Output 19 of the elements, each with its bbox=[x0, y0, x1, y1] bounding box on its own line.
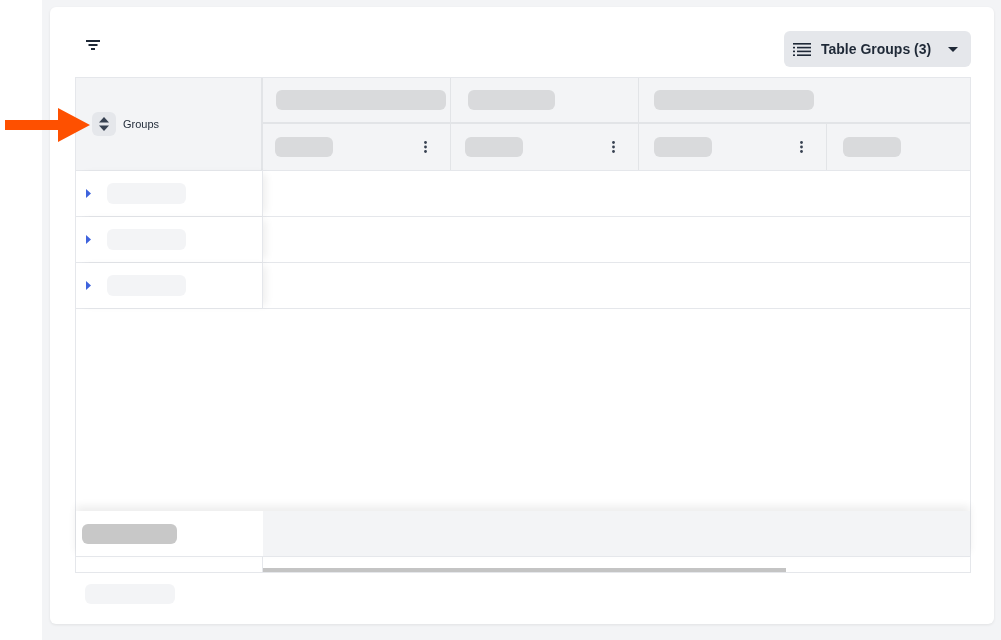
caret-down-icon bbox=[948, 46, 958, 52]
column-title: Groups bbox=[123, 116, 160, 132]
caret-right-icon[interactable] bbox=[86, 235, 91, 244]
vertical-dots-icon[interactable] bbox=[612, 141, 615, 153]
list-icon bbox=[793, 42, 811, 56]
table-groups-button[interactable]: Table Groups (3) bbox=[784, 31, 971, 67]
sort-button[interactable] bbox=[92, 112, 116, 136]
caret-right-icon[interactable] bbox=[86, 281, 91, 290]
filter-icon[interactable] bbox=[86, 40, 100, 50]
vertical-dots-icon[interactable] bbox=[800, 141, 803, 153]
scrollbar-thumb[interactable] bbox=[263, 568, 786, 572]
vertical-dots-icon[interactable] bbox=[424, 141, 427, 153]
skeleton-placeholder bbox=[843, 137, 901, 157]
skeleton-placeholder bbox=[465, 137, 523, 157]
arrow-icon bbox=[5, 108, 90, 142]
caret-right-icon[interactable] bbox=[86, 189, 91, 198]
sort-icon bbox=[99, 117, 109, 131]
skeleton-placeholder bbox=[654, 137, 712, 157]
skeleton-placeholder bbox=[275, 137, 333, 157]
